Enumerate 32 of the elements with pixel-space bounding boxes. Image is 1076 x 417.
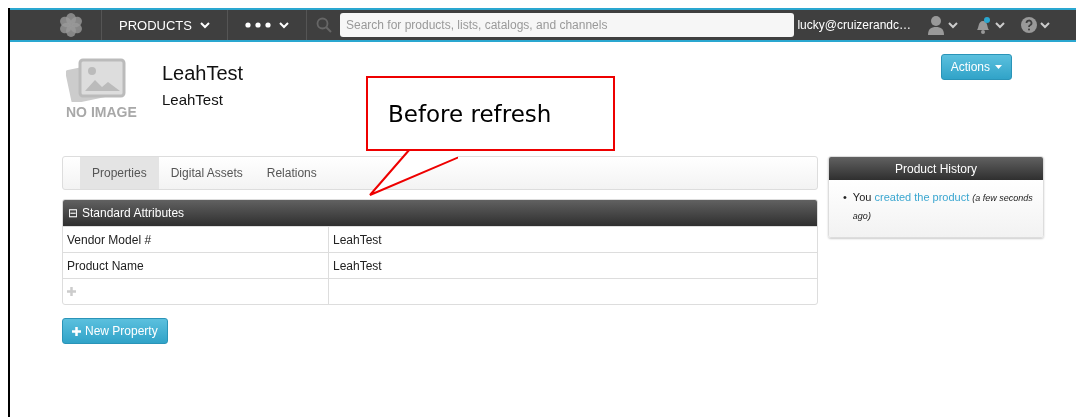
history-entry: You created the product (a few seconds ago) [852,190,1034,223]
caret-icon [995,65,1002,69]
plus-icon [72,326,81,336]
bullet: • [843,190,847,205]
search-icon [315,17,332,33]
more-dots-icon[interactable] [244,22,271,28]
chevron-icon [948,21,958,29]
image-placeholder-icon [66,56,126,102]
history-title: Product History [829,157,1043,180]
search-field[interactable]: Search for products, lists, catalogs, and channels [339,13,794,37]
chevron-icon [278,21,289,29]
tab[interactable]: Relations [254,157,329,189]
tab[interactable]: Digital Assets [158,157,255,189]
tab[interactable]: Properties [80,157,159,189]
products-menu[interactable]: PRODUCTS [119,17,192,33]
user-icon[interactable] [927,15,945,35]
product-title: LeahTest [162,62,244,85]
flower-logo-icon[interactable] [58,12,84,38]
user-email[interactable]: lucky@cruizerandc… [797,18,911,32]
table-cell: LeahTest [328,227,817,252]
collapse-toggle[interactable]: ⊟ [68,206,78,220]
chevron-icon [199,21,210,29]
table-cell: LeahTest [328,253,817,278]
help-icon[interactable] [1021,17,1037,33]
product-subtitle: LeahTest [162,91,224,108]
chevron-icon [995,21,1005,29]
panel-title: Standard Attributes [82,206,185,220]
table-cell-text: Vendor Model # [66,231,153,249]
no-image-caption: NO IMAGE [66,104,137,120]
table-cell-text: Product Name [66,257,145,275]
bell-icon[interactable] [974,16,992,34]
chevron-icon [1040,21,1050,29]
